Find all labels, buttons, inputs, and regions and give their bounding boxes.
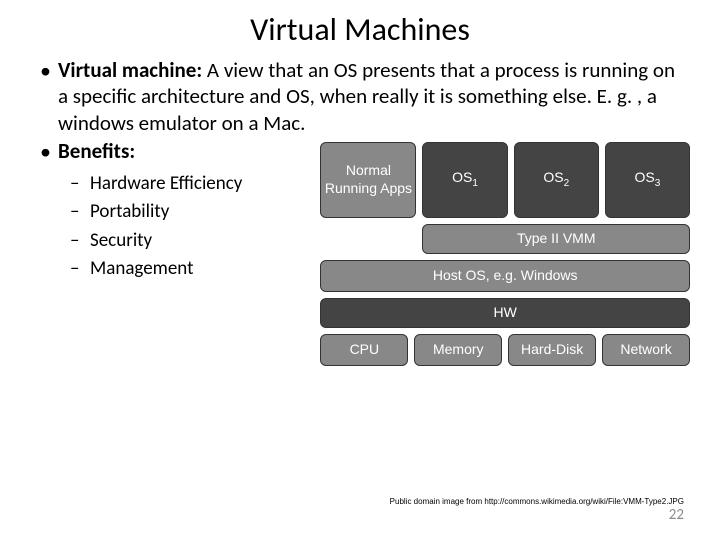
box-host-os: Host OS, e.g. Windows — [320, 260, 690, 292]
slide: Virtual Machines Virtual machine: A view… — [0, 0, 720, 540]
definition-bullet: Virtual machine: A view that an OS prese… — [38, 57, 682, 136]
os-label: OS — [635, 169, 655, 185]
vmm-spacer — [320, 224, 416, 254]
benefits-row: Benefits: Hardware Efficiency Portabilit… — [30, 138, 690, 372]
box-vmm: Type II VMM — [422, 224, 690, 254]
diagram-row-hw: HW — [320, 298, 690, 328]
box-cpu: CPU — [320, 334, 408, 366]
box-os1: OS1 — [422, 142, 507, 218]
slide-title: Virtual Machines — [30, 10, 690, 49]
definition-label: Virtual machine: — [58, 57, 202, 83]
os-label: OS — [452, 169, 472, 185]
list-item: Management — [70, 255, 320, 284]
box-os3: OS3 — [605, 142, 690, 218]
box-network: Network — [602, 334, 690, 366]
benefits-column: Benefits: Hardware Efficiency Portabilit… — [30, 138, 320, 284]
list-item: Portability — [70, 198, 320, 227]
diagram-row-vmm: Type II VMM — [320, 224, 690, 254]
image-credit: Public domain image from http://commons.… — [390, 497, 684, 506]
box-os2: OS2 — [514, 142, 599, 218]
benefits-label: Benefits: — [38, 138, 312, 164]
os-sub: 3 — [655, 178, 661, 189]
os-sub: 2 — [564, 178, 570, 189]
diagram-row-hostos: Host OS, e.g. Windows — [320, 260, 690, 292]
page-number: 22 — [669, 506, 684, 524]
os-label: OS — [543, 169, 563, 185]
list-item: Hardware Efficiency — [70, 170, 320, 199]
list-item: Security — [70, 227, 320, 256]
vmm-diagram: Normal Running Apps OS1 OS2 OS3 Type II … — [320, 138, 690, 372]
diagram-row-guests: Normal Running Apps OS1 OS2 OS3 — [320, 142, 690, 218]
benefits-list: Hardware Efficiency Portability Security… — [70, 170, 320, 284]
box-harddisk: Hard-Disk — [508, 334, 596, 366]
os-sub: 1 — [472, 178, 478, 189]
diagram-row-devices: CPU Memory Hard-Disk Network — [320, 334, 690, 366]
box-memory: Memory — [414, 334, 502, 366]
box-normal-apps: Normal Running Apps — [320, 142, 416, 218]
box-hw: HW — [320, 298, 690, 328]
